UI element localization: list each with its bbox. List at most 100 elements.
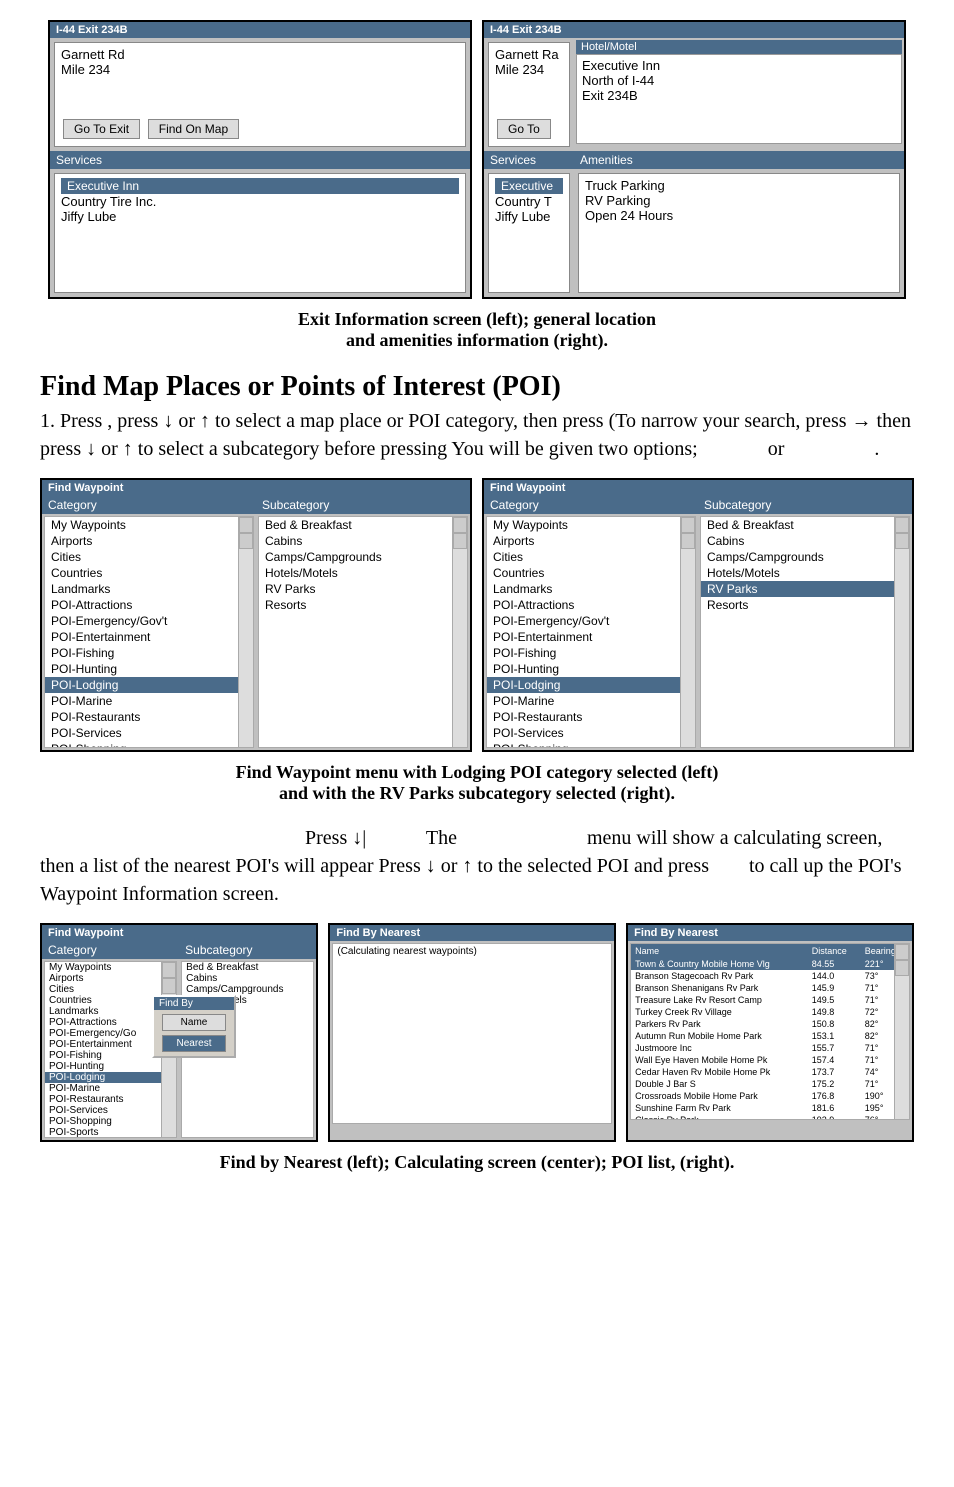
table-row[interactable]: Autumn Run Mobile Home Park153.182° (631, 1030, 909, 1042)
road-name: Garnett Ra (495, 47, 563, 62)
list-item[interactable]: Cabins (259, 533, 467, 549)
list-item[interactable]: Airports (45, 533, 253, 549)
table-row[interactable]: Branson Shenanigans Rv Park145.971° (631, 982, 909, 994)
list-item[interactable]: POI-Attractions (45, 597, 253, 613)
list-item[interactable]: Cabins (701, 533, 909, 549)
list-item[interactable]: POI-Marine (487, 693, 695, 709)
nearest-button[interactable]: Nearest (162, 1035, 226, 1052)
window-title: I-44 Exit 234B (484, 22, 904, 38)
table-row[interactable]: Classic Rv Park192.976° (631, 1114, 909, 1120)
list-item[interactable]: POI-Services (45, 1105, 176, 1116)
list-item[interactable]: POI-Services (487, 725, 695, 741)
list-item[interactable]: Airports (45, 973, 176, 984)
list-item[interactable]: Bed & Breakfast (259, 517, 467, 533)
find-on-map-button[interactable]: Find On Map (148, 119, 239, 139)
list-item[interactable]: POI-Emergency/Gov't (45, 613, 253, 629)
list-item[interactable]: Camps/Campgrounds (182, 984, 313, 995)
list-item[interactable]: Cities (45, 984, 176, 995)
go-to-exit-button[interactable]: Go To Exit (63, 119, 140, 139)
list-item[interactable]: POI-Emergency/Gov't (487, 613, 695, 629)
subcategory-list[interactable]: Bed & BreakfastCabinsCamps/CampgroundsHo… (700, 516, 910, 748)
scrollbar[interactable] (680, 517, 695, 747)
list-item[interactable]: My Waypoints (45, 517, 253, 533)
list-item[interactable]: POI-Fishing (487, 645, 695, 661)
table-row[interactable]: Parkers Rv Park150.882° (631, 1018, 909, 1030)
list-item[interactable]: Countries (45, 565, 253, 581)
service-item[interactable]: Executive (495, 178, 563, 194)
figure2-row: Find Waypoint Category My WaypointsAirpo… (40, 478, 914, 752)
list-item[interactable]: POI-Hunting (487, 661, 695, 677)
service-item[interactable]: Jiffy Lube (61, 209, 459, 224)
list-item[interactable]: Cities (45, 549, 253, 565)
table-row[interactable]: Wall Eye Haven Mobile Home Pk157.471° (631, 1054, 909, 1066)
list-item[interactable]: Bed & Breakfast (701, 517, 909, 533)
list-item[interactable]: Cabins (182, 973, 313, 984)
list-item[interactable]: POI-Entertainment (487, 629, 695, 645)
calculating-message: (Calculating nearest waypoints) (332, 943, 612, 1124)
list-item[interactable]: Hotels/Motels (259, 565, 467, 581)
list-item[interactable]: Airports (487, 533, 695, 549)
list-item[interactable]: RV Parks (701, 581, 909, 597)
list-item[interactable]: Camps/Campgrounds (259, 549, 467, 565)
table-row[interactable]: Crossroads Mobile Home Park176.8190° (631, 1090, 909, 1102)
poi-list-screenshot: Find By Nearest Name Distance Bearing To… (626, 923, 914, 1142)
list-item[interactable]: POI-Hunting (45, 1061, 176, 1072)
service-item[interactable]: Country T (495, 194, 563, 209)
list-item[interactable]: POI-Restaurants (45, 1094, 176, 1105)
services-header: Services (484, 151, 574, 169)
table-row[interactable]: Town & Country Mobile Home Vlg84.55221° (631, 958, 909, 970)
category-header: Category (42, 496, 256, 514)
service-item[interactable]: Country Tire Inc. (61, 194, 459, 209)
list-item[interactable]: POI-Fishing (45, 645, 253, 661)
list-item[interactable]: POI-Lodging (45, 1072, 176, 1083)
scrollbar[interactable] (894, 944, 909, 1119)
table-row[interactable]: Cedar Haven Rv Mobile Home Pk173.774° (631, 1066, 909, 1078)
list-item[interactable]: POI-Restaurants (487, 709, 695, 725)
list-item[interactable]: Countries (487, 565, 695, 581)
poi-results-table[interactable]: Name Distance Bearing Town & Country Mob… (631, 944, 909, 1120)
list-item[interactable]: Hotels/Motels (701, 565, 909, 581)
list-item[interactable]: Resorts (701, 597, 909, 613)
go-to-button[interactable]: Go To (497, 119, 551, 139)
service-item[interactable]: Executive Inn (61, 178, 459, 194)
scrollbar[interactable] (452, 517, 467, 747)
list-item[interactable]: POI-Hunting (45, 661, 253, 677)
list-item[interactable]: POI-Marine (45, 693, 253, 709)
amenity: RV Parking (585, 193, 893, 208)
table-row[interactable]: Sunshine Farm Rv Park181.6195° (631, 1102, 909, 1114)
list-item[interactable]: POI-Lodging (45, 677, 253, 693)
scrollbar[interactable] (894, 517, 909, 747)
list-item[interactable]: POI-Sports (45, 1127, 176, 1138)
name-button[interactable]: Name (162, 1014, 226, 1031)
subcategory-list[interactable]: Bed & BreakfastCabinsCamps/CampgroundsHo… (258, 516, 468, 748)
list-item[interactable]: POI-Shopping (45, 741, 253, 748)
exit-info-right: I-44 Exit 234B Garnett Ra Mile 234 Go To… (482, 20, 906, 299)
list-item[interactable]: POI-Lodging (487, 677, 695, 693)
list-item[interactable]: POI-Shopping (487, 741, 695, 748)
category-list[interactable]: My WaypointsAirportsCitiesCountriesLandm… (486, 516, 696, 748)
list-item[interactable]: POI-Restaurants (45, 709, 253, 725)
service-item[interactable]: Jiffy Lube (495, 209, 563, 224)
scrollbar[interactable] (238, 517, 253, 747)
list-item[interactable]: POI-Shopping (45, 1116, 176, 1127)
hotel-name: Executive Inn (582, 58, 896, 73)
list-item[interactable]: Cities (487, 549, 695, 565)
list-item[interactable]: POI-Services (45, 725, 253, 741)
table-row[interactable]: Justmoore Inc155.771° (631, 1042, 909, 1054)
list-item[interactable]: POI-Marine (45, 1083, 176, 1094)
table-row[interactable]: Branson Stagecoach Rv Park144.073° (631, 970, 909, 982)
list-item[interactable]: POI-Attractions (487, 597, 695, 613)
list-item[interactable]: POI-Entertainment (45, 629, 253, 645)
category-list[interactable]: My WaypointsAirportsCitiesCountriesLandm… (44, 516, 254, 748)
list-item[interactable]: RV Parks (259, 581, 467, 597)
list-item[interactable]: Bed & Breakfast (182, 962, 313, 973)
list-item[interactable]: Resorts (259, 597, 467, 613)
table-row[interactable]: Double J Bar S175.271° (631, 1078, 909, 1090)
list-item[interactable]: My Waypoints (487, 517, 695, 533)
list-item[interactable]: Camps/Campgrounds (701, 549, 909, 565)
table-row[interactable]: Treasure Lake Rv Resort Camp149.571° (631, 994, 909, 1006)
table-row[interactable]: Turkey Creek Rv Village149.872° (631, 1006, 909, 1018)
list-item[interactable]: My Waypoints (45, 962, 176, 973)
list-item[interactable]: Landmarks (45, 581, 253, 597)
list-item[interactable]: Landmarks (487, 581, 695, 597)
